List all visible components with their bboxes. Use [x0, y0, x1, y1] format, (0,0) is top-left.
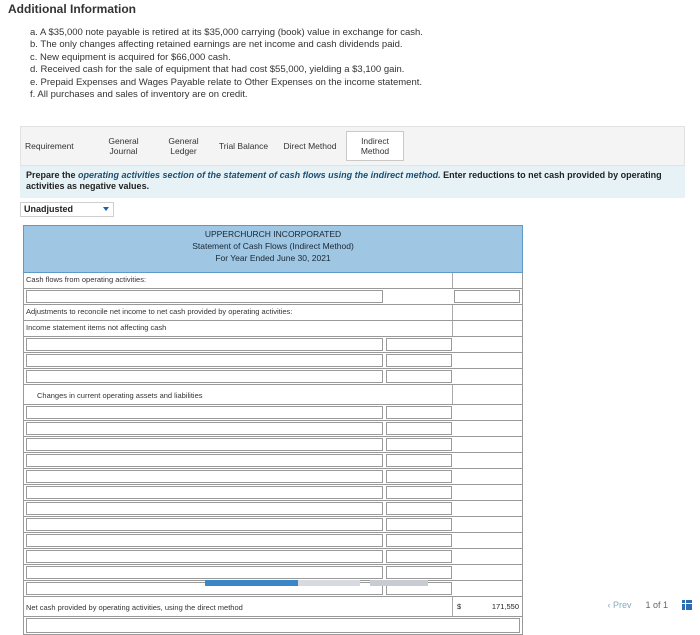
table-row	[23, 485, 523, 501]
change-item-9-input[interactable]	[26, 534, 383, 547]
table-row	[23, 501, 523, 517]
info-item-f: f. All purchases and sales of inventory …	[30, 89, 248, 101]
info-item-e: e. Prepaid Expenses and Wages Payable re…	[30, 76, 423, 88]
statement-title: Statement of Cash Flows (Indirect Method…	[192, 241, 354, 251]
net-income-label-input[interactable]	[26, 290, 383, 303]
tab-general-ledger[interactable]: General Ledger	[156, 136, 211, 156]
dropdown-selected-value: Unadjusted	[24, 204, 74, 214]
adjustments-label: Adjustments to reconcile net income to n…	[26, 307, 293, 316]
prev-button[interactable]: ‹ Prev	[607, 600, 631, 610]
info-item-c: c. New equipment is acquired for $66,000…	[30, 51, 231, 63]
noncash-amount-3-input[interactable]	[386, 370, 452, 383]
table-row	[23, 565, 523, 581]
change-item-5-input[interactable]	[26, 470, 383, 483]
info-item-a: a. A $35,000 note payable is retired at …	[30, 27, 423, 38]
changes-label: Changes in current operating assets and …	[37, 391, 203, 400]
noncash-item-1-input[interactable]	[26, 338, 383, 351]
table-row	[23, 337, 523, 353]
change-amount-1-input[interactable]	[386, 406, 452, 419]
company-name: UPPERCHURCH INCORPORATED	[204, 229, 342, 239]
table-row	[23, 617, 523, 635]
table-row: Changes in current operating assets and …	[23, 385, 523, 405]
table-row	[23, 405, 523, 421]
table-row	[23, 353, 523, 369]
additional-information-title: Additional Information	[8, 2, 136, 16]
change-item-1-input[interactable]	[26, 406, 383, 419]
change-amount-2-input[interactable]	[386, 422, 452, 435]
final-row-input[interactable]	[26, 618, 520, 633]
instruction-emphasis: operating activities section of the stat…	[78, 170, 441, 180]
change-item-11-input[interactable]	[26, 566, 383, 579]
table-row: Cash flows from operating activities:	[23, 273, 523, 289]
table-row	[23, 517, 523, 533]
noncash-item-3-input[interactable]	[26, 370, 383, 383]
tab-general-journal[interactable]: General Journal	[91, 136, 156, 156]
noncash-item-2-input[interactable]	[26, 354, 383, 367]
additional-information-list: a. A $35,000 note payable is retired at …	[30, 27, 550, 101]
tab-direct-method[interactable]: Direct Method	[276, 141, 344, 151]
change-amount-4-input[interactable]	[386, 454, 452, 467]
info-item-d: d. Received cash for the sale of equipme…	[30, 64, 405, 76]
statement-header: UPPERCHURCH INCORPORATED Statement of Ca…	[23, 225, 523, 273]
table-row	[23, 437, 523, 453]
change-item-10-input[interactable]	[26, 550, 383, 563]
progress-bar-fill	[205, 580, 298, 586]
cash-flow-statement: UPPERCHURCH INCORPORATED Statement of Ca…	[23, 225, 523, 635]
change-item-8-input[interactable]	[26, 518, 383, 531]
table-row: Adjustments to reconcile net income to n…	[23, 305, 523, 321]
pagination: ‹ Prev 1 of 1	[607, 600, 692, 610]
change-item-3-input[interactable]	[26, 438, 383, 451]
tab-indirect-method[interactable]: Indirect Method	[346, 131, 404, 161]
table-row	[23, 549, 523, 565]
tab-requirement[interactable]: Requirement	[21, 141, 91, 151]
tab-indirect-method-label: Indirect Method	[360, 136, 390, 156]
table-row	[23, 369, 523, 385]
requirement-tabs: Requirement General Journal General Ledg…	[20, 126, 685, 166]
instruction-banner: Prepare the operating activities section…	[20, 166, 685, 198]
table-row	[23, 289, 523, 305]
change-amount-9-input[interactable]	[386, 534, 452, 547]
change-amount-11-input[interactable]	[386, 566, 452, 579]
change-item-4-input[interactable]	[26, 454, 383, 467]
chevron-down-icon	[103, 207, 109, 211]
table-row	[23, 469, 523, 485]
net-cash-label: Net cash provided by operating activitie…	[26, 603, 243, 612]
adjustment-dropdown[interactable]: Unadjusted	[20, 202, 114, 217]
net-income-amount-input[interactable]	[454, 290, 520, 303]
change-amount-5-input[interactable]	[386, 470, 452, 483]
change-amount-3-input[interactable]	[386, 438, 452, 451]
operating-section-label: Cash flows from operating activities:	[26, 275, 147, 284]
noncash-items-label: Income statement items not affecting cas…	[26, 323, 167, 332]
change-amount-7-input[interactable]	[386, 502, 452, 515]
table-row	[23, 453, 523, 469]
table-row: Income statement items not affecting cas…	[23, 321, 523, 337]
info-item-b: b. The only changes affecting retained e…	[30, 39, 403, 51]
change-amount-10-input[interactable]	[386, 550, 452, 563]
currency-symbol: $	[457, 602, 462, 611]
table-row	[23, 421, 523, 437]
change-item-7-input[interactable]	[26, 502, 383, 515]
noncash-amount-2-input[interactable]	[386, 354, 452, 367]
tab-trial-balance[interactable]: Trial Balance	[211, 141, 276, 151]
table-row: Net cash provided by operating activitie…	[23, 597, 523, 617]
change-amount-6-input[interactable]	[386, 486, 452, 499]
change-item-6-input[interactable]	[26, 486, 383, 499]
table-row	[23, 533, 523, 549]
statement-period: For Year Ended June 30, 2021	[215, 253, 331, 263]
change-amount-8-input[interactable]	[386, 518, 452, 531]
progress-bar-secondary	[370, 580, 428, 586]
net-cash-value: 171,550	[491, 602, 519, 611]
noncash-amount-1-input[interactable]	[386, 338, 452, 351]
instruction-text-1: Prepare the	[26, 170, 79, 180]
grid-icon[interactable]	[682, 600, 692, 610]
prev-label: Prev	[612, 600, 632, 610]
progress-bar	[205, 580, 360, 586]
page-indicator: 1 of 1	[645, 600, 668, 610]
change-item-2-input[interactable]	[26, 422, 383, 435]
